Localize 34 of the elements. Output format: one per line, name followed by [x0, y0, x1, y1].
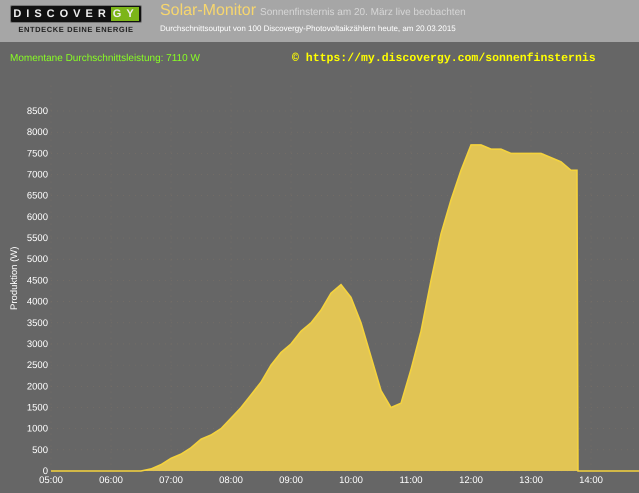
y-axis-title: Produktion (W): [9, 246, 20, 310]
y-tick-label: 4000: [26, 296, 48, 308]
y-tick-label: 2500: [26, 360, 48, 372]
x-tick-label: 08:00: [219, 475, 243, 486]
y-tick-label: 500: [32, 444, 48, 456]
current-power-label: Momentane Durchschnittsleistung: 7110 W: [10, 52, 201, 64]
y-tick-label: 4500: [26, 275, 48, 286]
x-tick-label: 10:00: [339, 475, 363, 486]
y-tick-label: 6500: [26, 190, 48, 202]
y-tick-label: 7500: [26, 148, 48, 160]
y-tick-label: 8500: [26, 106, 48, 117]
x-tick-label: 09:00: [279, 475, 303, 486]
website-link[interactable]: © https://my.discovergy.com/sonnenfinsternis: [292, 52, 596, 64]
logo: DISCOVER GY: [10, 5, 142, 23]
y-tick-label: 6000: [26, 212, 48, 223]
y-tick-label: 1000: [26, 424, 48, 435]
app-title: Solar-Monitor: [160, 2, 256, 20]
y-tick-label: 3500: [26, 318, 48, 329]
y-tick-label: 5000: [26, 254, 48, 266]
y-tick-label: 7000: [26, 170, 48, 181]
x-tick-label: 11:00: [399, 475, 423, 486]
y-tick-label: 3000: [26, 338, 48, 350]
x-tick-label: 05:00: [39, 475, 63, 486]
y-tick-label: 5500: [26, 233, 48, 244]
y-tick-label: 1500: [26, 402, 48, 414]
y-tick-label: 0: [42, 466, 48, 477]
x-tick-label: 06:00: [99, 475, 123, 486]
x-tick-label: 14:00: [579, 475, 603, 486]
x-tick-label: 13:00: [519, 475, 543, 486]
x-tick-label: 07:00: [159, 475, 183, 486]
y-tick-label: 8000: [26, 127, 48, 138]
y-tick-label: 2000: [26, 381, 48, 392]
x-tick-label: 12:00: [459, 475, 483, 486]
description: Durchschnittsoutput von 100 Discovergy-Photovoltaikzählern heute, am 20.03.2015: [160, 24, 457, 33]
